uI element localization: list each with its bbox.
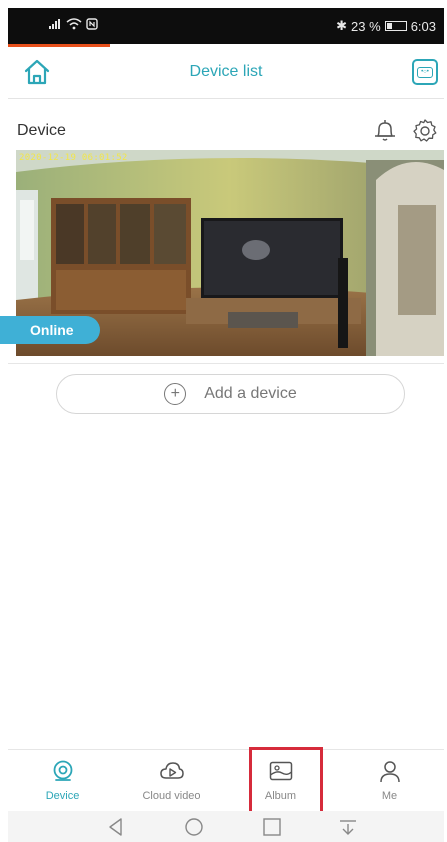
device-name: Device bbox=[17, 122, 66, 139]
tab-me[interactable]: Me bbox=[335, 750, 444, 812]
add-device-label: Add a device bbox=[204, 385, 297, 402]
bell-icon bbox=[375, 120, 395, 141]
cloud-storage-button[interactable]: •○• bbox=[412, 59, 438, 85]
add-device-button[interactable]: + Add a device bbox=[56, 374, 405, 414]
divider bbox=[8, 363, 444, 364]
device-card-header: Device bbox=[8, 110, 444, 146]
tab-cloud-video-label: Cloud video bbox=[142, 790, 201, 802]
album-highlight-box bbox=[249, 747, 323, 817]
tab-device-label: Device bbox=[45, 790, 80, 802]
user-icon bbox=[379, 761, 400, 783]
signal-icon bbox=[49, 19, 60, 29]
settings-button[interactable] bbox=[412, 118, 438, 144]
system-nav-bar bbox=[8, 811, 444, 842]
bluetooth-icon: ✱ bbox=[336, 18, 348, 33]
tab-cloud-video[interactable]: Cloud video bbox=[117, 750, 226, 812]
page-title: Device list bbox=[189, 63, 263, 80]
wifi-icon bbox=[66, 18, 82, 30]
cloud-play-icon bbox=[159, 762, 184, 779]
battery-percent: 23 % bbox=[351, 18, 381, 34]
tab-device[interactable]: Device bbox=[8, 750, 117, 812]
alarm-button[interactable] bbox=[372, 118, 398, 144]
nfc-icon bbox=[86, 18, 98, 30]
gear-icon bbox=[413, 119, 437, 142]
status-left-icons bbox=[48, 18, 98, 30]
recents-icon[interactable] bbox=[260, 815, 284, 839]
camera-icon bbox=[53, 760, 72, 781]
status-badge: Online bbox=[0, 316, 100, 344]
home-circle-icon[interactable] bbox=[182, 815, 206, 839]
plus-icon: + bbox=[164, 383, 187, 405]
cloud-storage-icon: •○• bbox=[417, 66, 433, 78]
back-icon[interactable] bbox=[104, 815, 128, 839]
camera-timestamp: 2020-12-19 06:01:52 bbox=[19, 153, 128, 163]
status-right: ✱ 23 % 6:03 bbox=[336, 18, 436, 34]
header: Device list •○• bbox=[8, 47, 444, 99]
tab-me-label: Me bbox=[381, 790, 398, 802]
bottom-nav: Device Cloud video Album Me bbox=[8, 749, 444, 811]
battery-icon bbox=[384, 21, 407, 31]
status-bar: ✱ 23 % 6:03 bbox=[8, 8, 444, 44]
clock: 6:03 bbox=[410, 18, 436, 34]
notification-pull-icon[interactable] bbox=[336, 815, 360, 839]
